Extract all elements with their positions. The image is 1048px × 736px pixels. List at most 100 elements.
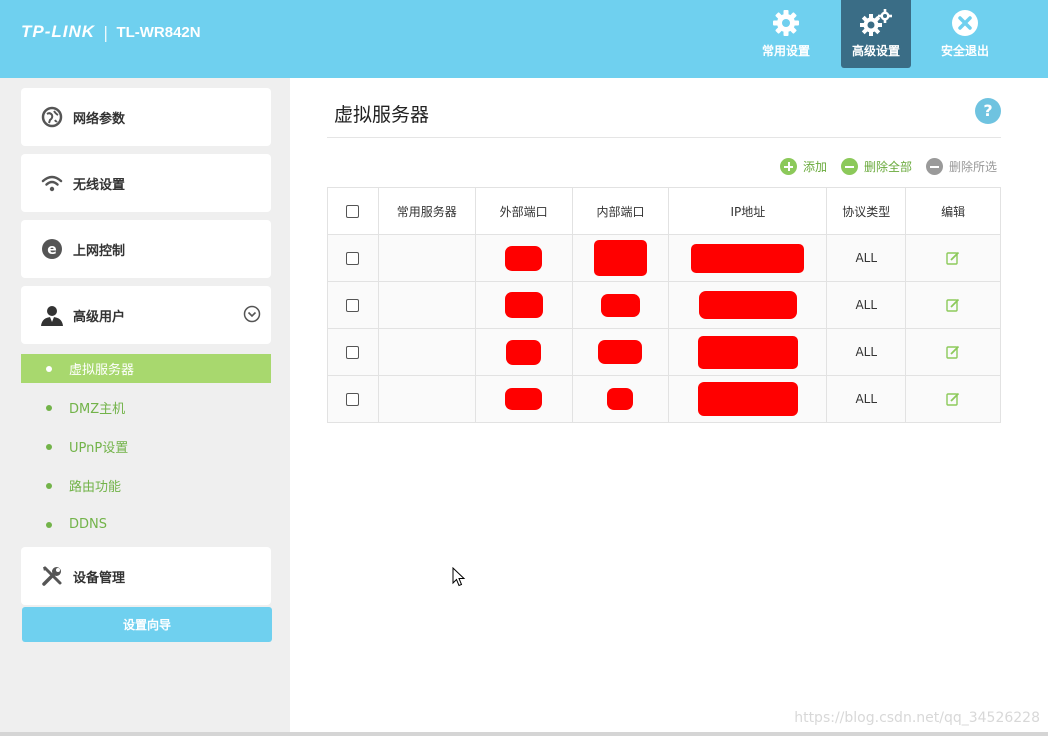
submenu-item-ddns[interactable]: DDNS: [21, 510, 271, 539]
nav-label: 常用设置: [761, 44, 810, 58]
wifi-icon: [40, 171, 64, 195]
redacted-internal-port: [600, 293, 640, 317]
page-title: 虚拟服务器: [334, 104, 430, 126]
submenu-item-routing[interactable]: 路由功能: [21, 471, 271, 500]
select-all-checkbox[interactable]: [346, 205, 360, 218]
sidebar-item-label: 无线设置: [73, 177, 126, 193]
bottom-border: [0, 732, 1048, 736]
nav-basic-settings[interactable]: 常用设置: [751, 0, 821, 68]
watermark: https://blog.csdn.net/qq_34526228: [794, 710, 1040, 726]
tplink-logo: TP-LINK: [21, 22, 96, 41]
tools-icon: [40, 564, 64, 588]
gear-icon: [773, 10, 799, 36]
service-cell: [377, 375, 476, 423]
bullet-icon: [46, 404, 52, 411]
user-icon: [40, 303, 64, 327]
sidebar-item-device-management[interactable]: 设备管理: [21, 547, 271, 605]
setup-wizard-button[interactable]: 设置向导: [22, 607, 272, 642]
redacted-internal-port: [607, 388, 634, 410]
column-header: 协议类型: [826, 187, 907, 235]
sidebar-item-label: 高级用户: [73, 309, 126, 325]
redacted-internal-port: [593, 240, 647, 276]
redacted-external-port: [504, 292, 543, 318]
submenu-item-dmz[interactable]: DMZ主机: [21, 393, 271, 422]
help-icon[interactable]: ?: [975, 98, 1001, 124]
edit-icon[interactable]: [946, 392, 960, 406]
bullet-icon: [46, 521, 52, 528]
chevron-down-icon[interactable]: [243, 305, 261, 323]
submenu-item-label: 虚拟服务器: [69, 363, 135, 378]
sidebar-item-advanced-user[interactable]: 高级用户: [21, 286, 271, 344]
sidebar-item-label: 上网控制: [73, 243, 126, 259]
service-cell: [377, 234, 476, 282]
delete-all-button[interactable]: 删除全部: [841, 158, 912, 175]
globe-icon: [40, 105, 64, 129]
submenu-item-label: UPnP设置: [69, 441, 129, 456]
redacted-ip-address: [697, 335, 798, 369]
bullet-icon: [46, 482, 52, 489]
delete-selected-label: 删除所选: [949, 160, 998, 174]
row-checkbox[interactable]: [346, 299, 360, 312]
column-header: IP地址: [668, 187, 828, 235]
submenu-item-virtual-server[interactable]: 虚拟服务器: [21, 354, 271, 383]
column-header: 编辑: [905, 187, 1001, 235]
submenu-item-label: DDNS: [69, 517, 107, 532]
column-header: 内部端口: [571, 187, 670, 235]
minus-circle-icon: [926, 158, 944, 175]
bullet-icon: [46, 365, 52, 372]
router-model: TL-WR842N: [116, 23, 201, 41]
virtual-server-table: 常用服务器 外部端口 内部端口 IP地址 协议类型 编辑 ALL ALL ALL…: [327, 187, 1001, 423]
sidebar-item-wireless[interactable]: 无线设置: [21, 154, 271, 212]
column-header: 常用服务器: [377, 187, 476, 235]
redacted-ip-address: [697, 382, 798, 416]
table-row: ALL: [327, 234, 1001, 282]
protocol-cell: ALL: [826, 281, 907, 329]
brand-separator: |: [103, 22, 109, 42]
service-cell: [377, 328, 476, 376]
close-circle-icon: [952, 10, 978, 36]
mouse-pointer-icon: [452, 567, 466, 587]
brand: TP-LINK | TL-WR842N: [21, 22, 201, 42]
protocol-cell: ALL: [826, 234, 907, 282]
redacted-ip-address: [698, 291, 797, 319]
edit-icon[interactable]: [946, 251, 960, 265]
table-row: ALL: [327, 375, 1001, 423]
submenu-item-label: DMZ主机: [69, 402, 126, 417]
protocol-cell: ALL: [826, 328, 907, 376]
redacted-external-port: [506, 339, 542, 365]
table-row: ALL: [327, 328, 1001, 376]
redacted-external-port: [505, 388, 543, 410]
row-checkbox[interactable]: [346, 252, 360, 265]
row-checkbox[interactable]: [346, 393, 360, 406]
table-toolbar: 添加 删除全部 删除所选: [780, 158, 997, 175]
sidebar-item-network[interactable]: 网络参数: [21, 88, 271, 146]
add-label: 添加: [803, 160, 828, 174]
protocol-cell: ALL: [826, 375, 907, 423]
nav-advanced-settings[interactable]: 高级设置: [841, 0, 911, 68]
nav-label: 高级设置: [851, 44, 900, 58]
title-divider: [327, 137, 1001, 138]
edit-icon[interactable]: [946, 298, 960, 312]
minus-circle-icon: [841, 158, 859, 175]
delete-selected-button[interactable]: 删除所选: [926, 158, 997, 175]
top-header: TP-LINK | TL-WR842N 常用设置 高级设置 安全退出: [0, 0, 1048, 78]
redacted-ip-address: [691, 243, 805, 273]
redacted-external-port: [505, 245, 543, 271]
plus-circle-icon: [780, 158, 797, 175]
service-cell: [377, 281, 476, 329]
delete-all-label: 删除全部: [864, 160, 913, 174]
table-row: ALL: [327, 281, 1001, 329]
nav-label: 安全退出: [940, 44, 989, 58]
nav-logout[interactable]: 安全退出: [930, 0, 1000, 68]
edit-icon[interactable]: [946, 345, 960, 359]
submenu-item-label: 路由功能: [69, 480, 122, 495]
row-checkbox[interactable]: [346, 346, 360, 359]
svg-text:e: e: [47, 242, 57, 258]
ie-icon: e: [40, 237, 64, 261]
select-all-cell: [327, 187, 379, 235]
sidebar-item-internet-control[interactable]: e 上网控制: [21, 220, 271, 278]
redacted-internal-port: [598, 340, 643, 364]
submenu-item-upnp[interactable]: UPnP设置: [21, 432, 271, 461]
add-button[interactable]: 添加: [780, 158, 827, 175]
sidebar-item-label: 网络参数: [73, 111, 126, 127]
